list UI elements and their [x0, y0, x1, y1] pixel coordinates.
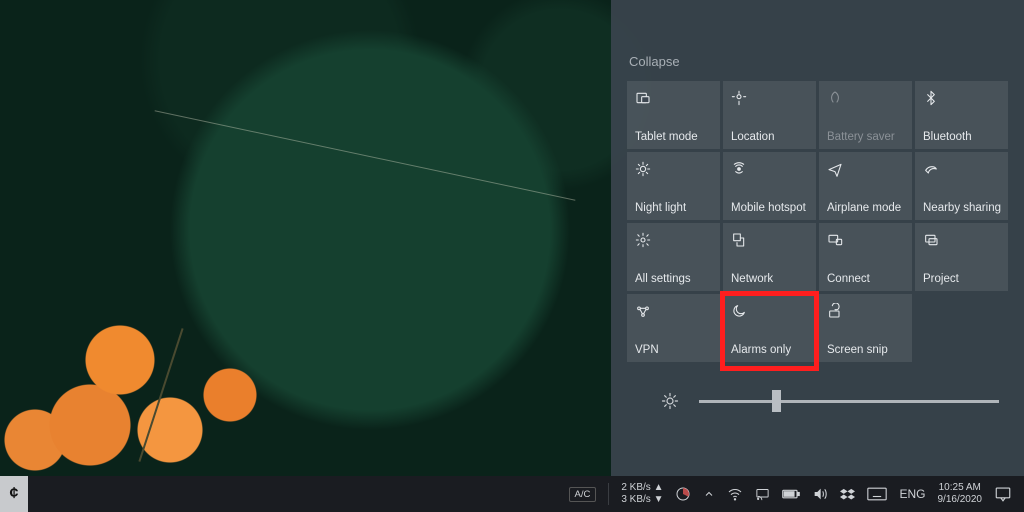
- tile-label: Location: [731, 131, 808, 143]
- network-icon: [731, 229, 808, 251]
- tile-screen-snip[interactable]: Screen snip: [819, 294, 912, 362]
- airplane-icon: [827, 158, 904, 180]
- wallpaper-stem: [138, 328, 183, 462]
- connect-icon: [827, 229, 904, 251]
- tray-usage-icon[interactable]: [669, 476, 697, 512]
- tile-tablet-mode[interactable]: Tablet mode: [627, 81, 720, 149]
- tray-keyboard-icon[interactable]: [861, 476, 893, 512]
- vpn-icon: [635, 300, 712, 322]
- tile-label: Alarms only: [731, 344, 808, 356]
- tile-label: Airplane mode: [827, 202, 904, 214]
- share-icon: [923, 158, 1000, 180]
- leaf-icon: [827, 87, 904, 109]
- net-speed-indicator[interactable]: 2 KB/s ▲3 KB/s ▼: [615, 476, 669, 512]
- brightness-icon: [661, 392, 679, 410]
- tile-label: Connect: [827, 273, 904, 285]
- tile-night-light[interactable]: Night light: [627, 152, 720, 220]
- power-mode-indicator[interactable]: A/C: [563, 476, 603, 512]
- tile-label: Screen snip: [827, 344, 904, 356]
- taskbar-right: A/C 2 KB/s ▲3 KB/s ▼ ENG 10:: [563, 476, 1024, 512]
- tray-dropbox-icon[interactable]: [834, 476, 861, 512]
- tray-cast-icon[interactable]: [749, 476, 776, 512]
- language-indicator[interactable]: ENG: [893, 476, 931, 512]
- clock[interactable]: 10:25 AM9/16/2020: [932, 476, 989, 512]
- tile-label: Nearby sharing: [923, 202, 1000, 214]
- tile-battery-saver[interactable]: Battery saver: [819, 81, 912, 149]
- tray-volume-icon[interactable]: [806, 476, 834, 512]
- quick-action-tiles: Tablet mode Location Battery saver Bluetoot…: [627, 81, 1014, 362]
- tile-label: Tablet mode: [635, 131, 712, 143]
- tile-connect[interactable]: Connect: [819, 223, 912, 291]
- tile-all-settings[interactable]: All settings: [627, 223, 720, 291]
- brightness-row: [661, 392, 1014, 410]
- tile-label: All settings: [635, 273, 712, 285]
- moon-icon: [731, 300, 808, 322]
- tray-wifi-icon[interactable]: [721, 476, 749, 512]
- tile-label: VPN: [635, 344, 712, 356]
- sun-icon: [635, 158, 712, 180]
- tile-label: Project: [923, 273, 1000, 285]
- hotspot-icon: [731, 158, 808, 180]
- tile-label: Night light: [635, 202, 712, 214]
- cortana-button[interactable]: ¢: [0, 476, 28, 512]
- tile-label: Network: [731, 273, 808, 285]
- tablet-icon: [635, 87, 712, 109]
- collapse-link[interactable]: Collapse: [629, 54, 1014, 69]
- gear-icon: [635, 229, 712, 251]
- tile-network[interactable]: Network: [723, 223, 816, 291]
- taskbar: ¢ A/C 2 KB/s ▲3 KB/s ▼ ENG: [0, 476, 1024, 512]
- action-center-button[interactable]: [988, 485, 1018, 503]
- tile-label: Bluetooth: [923, 131, 1000, 143]
- tile-vpn[interactable]: VPN: [627, 294, 720, 362]
- snip-icon: [827, 300, 904, 322]
- tile-location[interactable]: Location: [723, 81, 816, 149]
- tray-battery-icon[interactable]: [776, 476, 806, 512]
- separator: [608, 483, 609, 505]
- brightness-slider[interactable]: [699, 400, 999, 403]
- action-center-panel: Collapse Tablet mode Location Battery save…: [611, 0, 1024, 476]
- location-icon: [731, 87, 808, 109]
- tile-project[interactable]: Project: [915, 223, 1008, 291]
- tile-label: Mobile hotspot: [731, 202, 808, 214]
- tray-overflow-icon[interactable]: [697, 476, 721, 512]
- wallpaper-leaf-vein: [155, 110, 576, 200]
- tile-alarms-only[interactable]: Alarms only: [723, 294, 816, 362]
- project-icon: [923, 229, 1000, 251]
- tile-bluetooth[interactable]: Bluetooth: [915, 81, 1008, 149]
- tile-mobile-hotspot[interactable]: Mobile hotspot: [723, 152, 816, 220]
- bluetooth-icon: [923, 87, 1000, 109]
- tile-label: Battery saver: [827, 131, 904, 143]
- tile-airplane-mode[interactable]: Airplane mode: [819, 152, 912, 220]
- tile-nearby-sharing[interactable]: Nearby sharing: [915, 152, 1008, 220]
- taskbar-left: ¢: [0, 476, 28, 512]
